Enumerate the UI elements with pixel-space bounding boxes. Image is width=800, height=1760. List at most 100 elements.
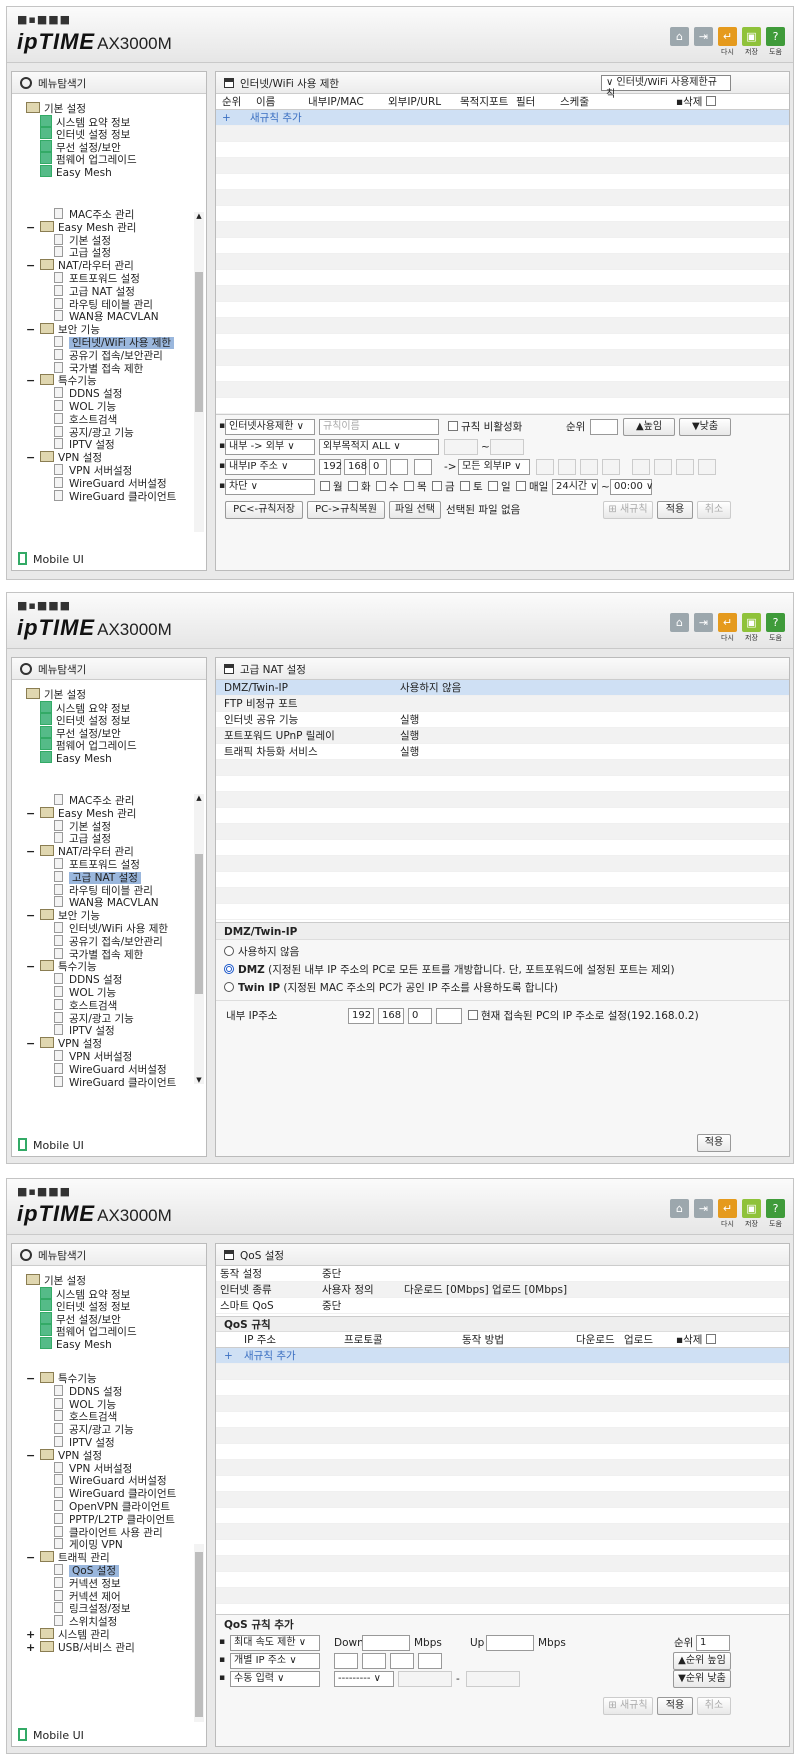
dmz-ip-2[interactable]: 168 — [378, 1008, 404, 1024]
qos-status-row[interactable]: 스마트 QoS 중단 — [216, 1298, 789, 1314]
tree-toggle[interactable]: − — [26, 259, 35, 273]
tree-toggle[interactable]: − — [26, 960, 35, 974]
raise-order-button[interactable]: ▲순위 높임 — [673, 1652, 731, 1670]
tree-toggle[interactable]: − — [26, 845, 35, 859]
sidebar-item[interactable]: Easy Mesh — [40, 164, 112, 179]
back-button[interactable]: ↵ 다시 — [718, 1199, 737, 1229]
save-button[interactable]: ▣ 저장 — [742, 27, 761, 57]
external-ip-octet[interactable] — [536, 459, 554, 475]
back-button[interactable]: ↵ 다시 — [718, 27, 737, 57]
day-checkbox[interactable]: 일 — [488, 479, 511, 495]
apply-button[interactable]: 적용 — [657, 1697, 693, 1715]
lower-button[interactable]: ▼낮춤 — [679, 418, 731, 436]
day-checkbox[interactable]: 월 — [320, 479, 343, 495]
restore-rules-button[interactable]: PC->규칙복원 — [307, 501, 385, 519]
lower-order-button[interactable]: ▼순위 낮춤 — [673, 1670, 731, 1688]
down-input[interactable] — [362, 1635, 410, 1651]
raise-button[interactable]: ▲높임 — [623, 418, 675, 436]
mobile-ui-link[interactable]: Mobile UI — [18, 552, 84, 566]
option-disabled[interactable]: 사용하지 않음 — [224, 944, 299, 960]
order-input[interactable]: 1 — [696, 1635, 730, 1651]
external-ip-octet[interactable] — [654, 459, 672, 475]
logout-button[interactable]: ⇥ — [694, 27, 713, 57]
destination-select[interactable]: 외부목적지 ALL ∨ — [319, 439, 439, 455]
add-rule-row[interactable]: + 새규칙 추가 — [216, 110, 789, 126]
option-twin-ip[interactable]: Twin IP (지정된 MAC 주소의 PC가 공인 IP 주소를 사용하도록… — [224, 980, 558, 996]
port-start[interactable] — [398, 1671, 452, 1687]
protocol-mode-select[interactable]: 수동 입력 ∨ — [230, 1671, 320, 1687]
protocol-select[interactable]: --------- ∨ — [334, 1671, 394, 1687]
up-input[interactable] — [486, 1635, 534, 1651]
port-end[interactable] — [466, 1671, 520, 1687]
external-ip-select[interactable]: 모든 외부IP ∨ — [458, 459, 530, 475]
ip-octet-1[interactable]: 192 — [319, 459, 342, 475]
day-checkbox[interactable]: 화 — [348, 479, 371, 495]
tree-toggle[interactable]: − — [26, 909, 35, 923]
home-button[interactable]: ⌂ — [670, 613, 689, 643]
mobile-ui-link[interactable]: Mobile UI — [18, 1138, 84, 1152]
rule-type-dropdown[interactable]: ∨ 인터넷/WiFi 사용제한규칙 — [601, 75, 731, 100]
nat-row[interactable]: 포트포워드 UPnP 릴레이 실행 — [216, 728, 789, 744]
sidebar-item[interactable]: Easy Mesh — [40, 1336, 112, 1351]
direction-select[interactable]: 내부 -> 외부 ∨ — [225, 439, 315, 455]
ip-octet-2[interactable]: 168 — [344, 459, 367, 475]
new-rule-button[interactable]: ⊞ 새규칙 — [603, 1697, 653, 1715]
order-input[interactable] — [590, 419, 618, 435]
use-current-ip[interactable]: 현재 접속된 PC의 IP 주소로 설정(192.168.0.2) — [468, 1008, 699, 1024]
day-checkbox[interactable]: 금 — [432, 479, 455, 495]
nat-row[interactable]: 인터넷 공유 기능 실행 — [216, 712, 789, 728]
save-button[interactable]: ▣ 저장 — [742, 1199, 761, 1229]
sidebar-item[interactable]: Easy Mesh — [40, 750, 112, 765]
tree-toggle[interactable]: − — [26, 1449, 35, 1463]
ip-octet-4[interactable] — [390, 459, 408, 475]
home-button[interactable]: ⌂ — [670, 27, 689, 57]
sidebar-scrollbar[interactable] — [194, 1544, 204, 1722]
tree-toggle[interactable]: − — [26, 374, 35, 388]
disable-rule[interactable]: 규칙 비활성화 — [448, 419, 522, 435]
sidebar-scrollbar[interactable]: ▲ ▼ — [194, 794, 204, 1084]
file-select-button[interactable]: 파일 선택 — [389, 501, 441, 519]
new-rule-button[interactable]: ⊞ 새규칙 — [603, 501, 653, 519]
qos-status-row[interactable]: 동작 설정 중단 — [216, 1266, 789, 1282]
port-end[interactable] — [490, 439, 524, 455]
nat-row[interactable]: FTP 비정규 포트 — [216, 696, 789, 712]
delete-all[interactable]: ▪삭제 — [676, 94, 719, 110]
add-rule-row[interactable]: + 새규칙 추가 — [216, 1348, 789, 1364]
tree-toggle[interactable]: + — [26, 1641, 35, 1655]
cancel-button[interactable]: 취소 — [697, 1697, 731, 1715]
tree-toggle[interactable]: − — [26, 1551, 35, 1565]
add-rule-link[interactable]: 새규칙 추가 — [244, 1348, 296, 1364]
logout-button[interactable]: ⇥ — [694, 613, 713, 643]
cancel-button[interactable]: 취소 — [697, 501, 731, 519]
mode-select[interactable]: 최대 속도 제한 ∨ — [230, 1635, 320, 1651]
restriction-type-select[interactable]: 인터넷사용제한 ∨ — [225, 419, 315, 435]
sidebar-item[interactable]: + USB/서비스 관리 — [26, 1640, 135, 1655]
qos-ip-1[interactable] — [334, 1653, 358, 1669]
tree-toggle[interactable]: − — [26, 451, 35, 465]
tree-toggle[interactable]: − — [26, 807, 35, 821]
external-ip-octet[interactable] — [676, 459, 694, 475]
day-checkbox[interactable]: 목 — [404, 479, 427, 495]
external-ip-octet[interactable] — [558, 459, 576, 475]
rule-name-input[interactable]: 규칙이름 — [319, 419, 439, 435]
help-button[interactable]: ? 도움 — [766, 1199, 785, 1229]
apply-button[interactable]: 적용 — [657, 501, 693, 519]
dmz-ip-4[interactable] — [436, 1008, 462, 1024]
time-select[interactable]: 00:00 ∨ — [610, 479, 653, 495]
qos-ip-4[interactable] — [418, 1653, 442, 1669]
port-start[interactable] — [444, 439, 478, 455]
option-dmz[interactable]: DMZ (지정된 내부 IP 주소의 PC로 모든 포트를 개방합니다. 단, … — [224, 962, 675, 978]
qos-status-row[interactable]: 인터넷 종류 사용자 정의 다운로드 [0Mbps] 업로드 [0Mbps] — [216, 1282, 789, 1298]
hours-select[interactable]: 24시간 ∨ — [552, 479, 598, 495]
home-button[interactable]: ⌂ — [670, 1199, 689, 1229]
help-button[interactable]: ? 도움 — [766, 27, 785, 57]
day-checkbox[interactable]: 매일 — [516, 479, 548, 495]
external-ip-octet[interactable] — [632, 459, 650, 475]
day-checkbox[interactable]: 토 — [460, 479, 483, 495]
ip-mode-select[interactable]: 개별 IP 주소 ∨ — [230, 1653, 320, 1669]
sidebar-item[interactable]: WireGuard 클라이언트 — [54, 1075, 176, 1090]
action-select[interactable]: 차단 ∨ — [225, 479, 315, 495]
tree-toggle[interactable]: − — [26, 1037, 35, 1051]
day-checkbox[interactable]: 수 — [376, 479, 399, 495]
sidebar-scrollbar[interactable]: ▲ — [194, 212, 204, 532]
